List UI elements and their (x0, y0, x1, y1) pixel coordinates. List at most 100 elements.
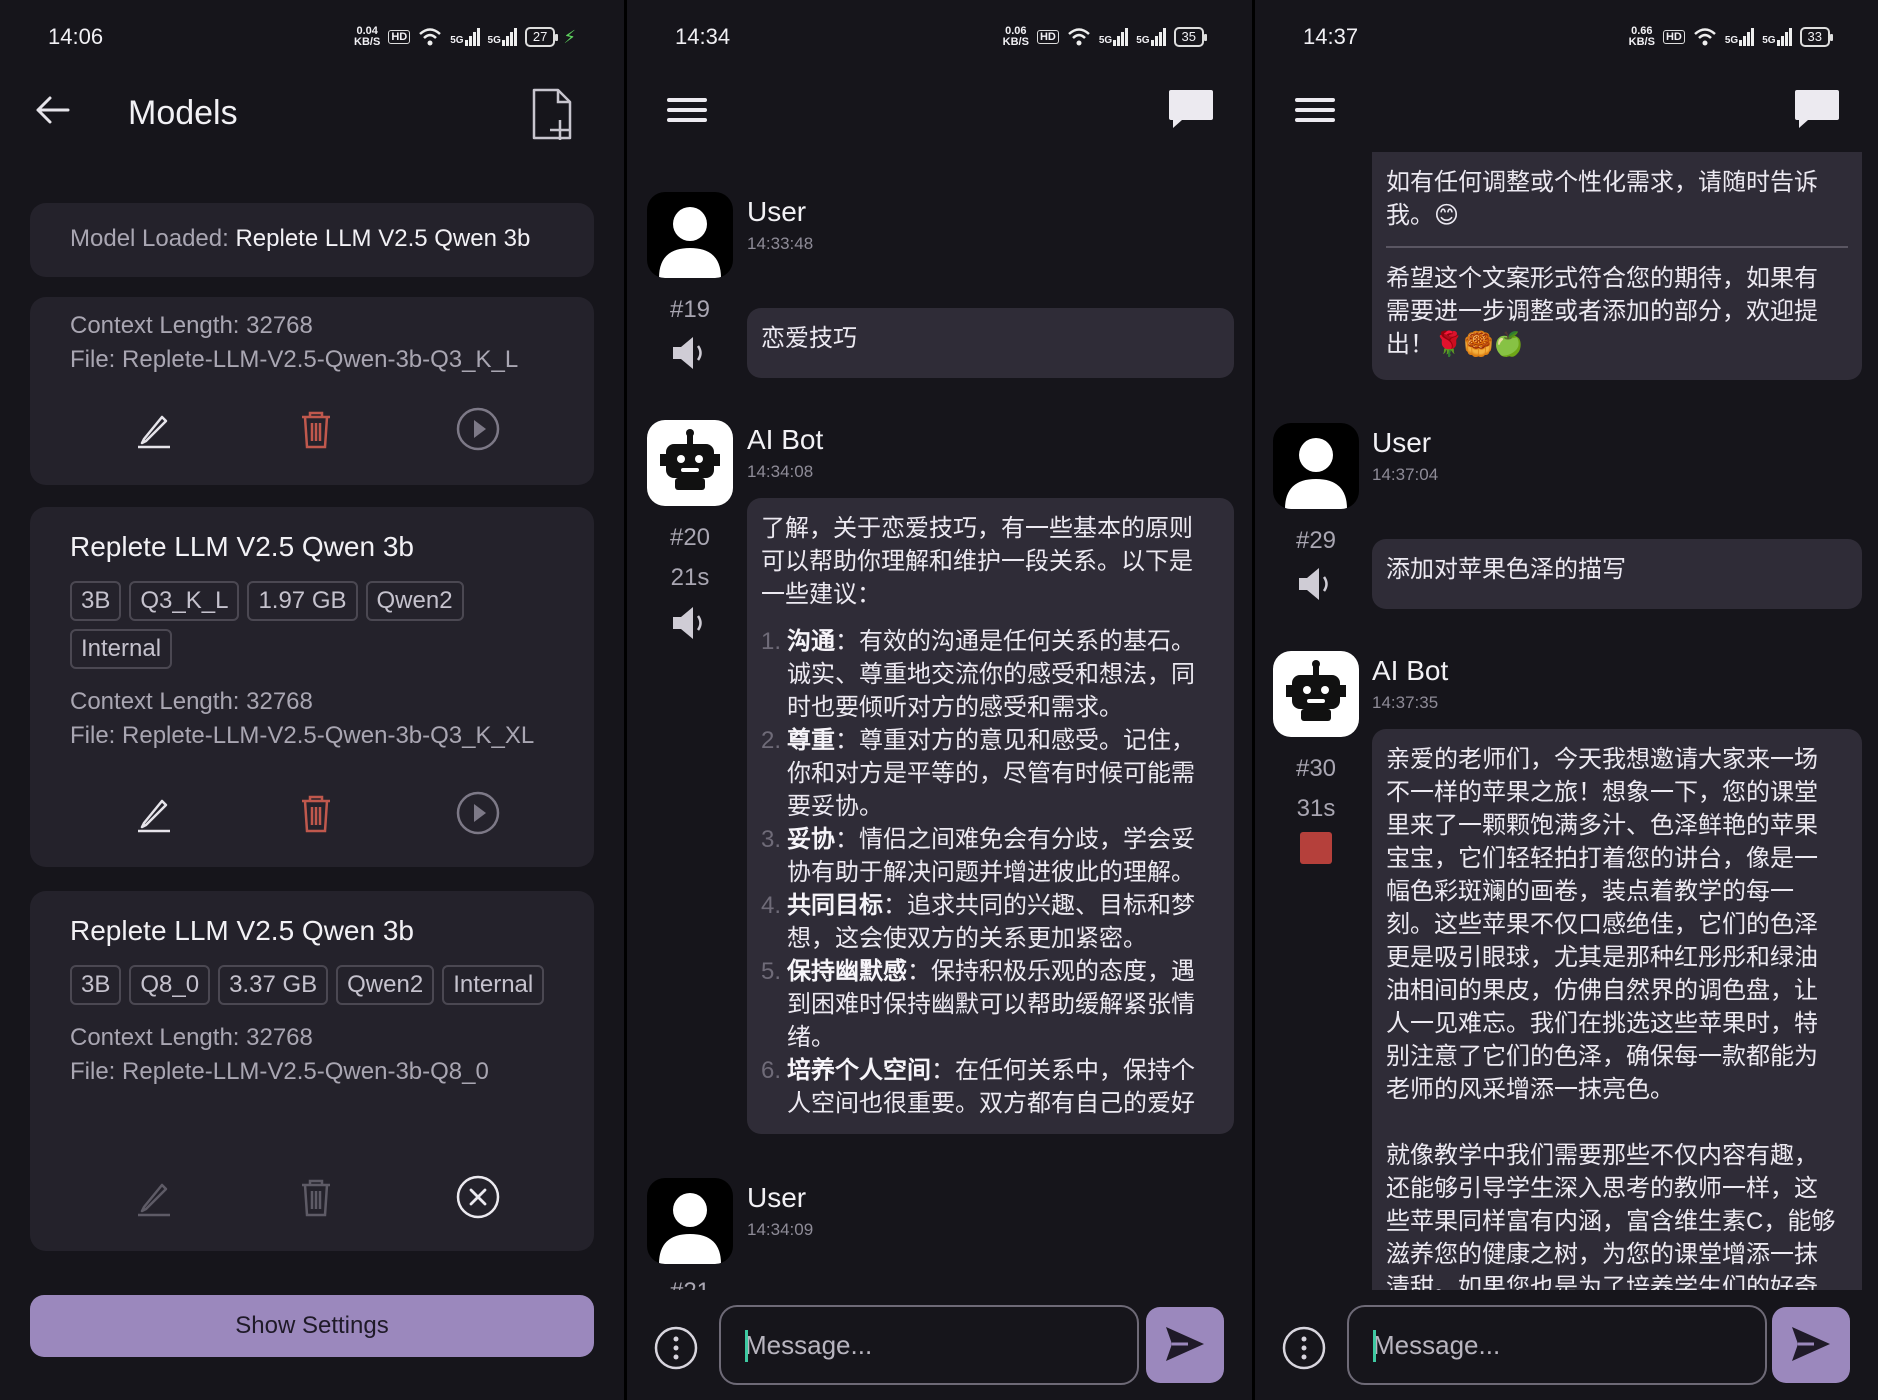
edit-icon[interactable] (130, 789, 178, 837)
model-loaded-label: Model Loaded: (70, 225, 236, 252)
speaker-icon[interactable] (669, 602, 711, 644)
message-time: 14:34:08 (747, 462, 814, 481)
message-text: 可以帮助你理解和维护一段关系。以下是 (761, 548, 1193, 575)
battery-icon: 27 (524, 27, 559, 47)
message-text: 希望这个文案形式符合您的期待，如果有 (1386, 265, 1818, 292)
message-input[interactable] (1347, 1305, 1767, 1385)
tag-chip: 3.37 GB (218, 965, 329, 1005)
message-line: 老师的风采增添一抹亮色。 (1386, 1076, 1674, 1103)
wifi-icon (1068, 28, 1090, 46)
status-time: 14:34 (675, 24, 731, 49)
send-button[interactable] (1772, 1307, 1850, 1383)
wifi-icon (419, 28, 442, 46)
back-arrow-icon[interactable] (32, 90, 72, 130)
delete-icon[interactable] (292, 789, 340, 837)
app-bar (627, 78, 1252, 148)
message-number: #29 (1295, 527, 1337, 554)
message-line: 不一样的苹果之旅！想象一下，您的课堂 (1386, 779, 1818, 806)
message-line: 宝宝，它们轻轻拍打着您的讲台，像是一 (1386, 845, 1818, 872)
models-screen: 14:06 0.04 KB/S HD 5G 5G 27 ⚡ Models Mode… (0, 0, 624, 1400)
message-text: 出！🌹🥮🍏 (1386, 331, 1524, 358)
bot-avatar (1273, 651, 1359, 737)
model-file: File: Replete-LLM-V2.5-Qwen-3b-Q3_K_L (70, 346, 519, 373)
text-caret (1373, 1330, 1376, 1362)
generation-duration: 31s (1296, 795, 1336, 822)
edit-icon[interactable] (130, 405, 178, 453)
model-file: File: Replete-LLM-V2.5-Qwen-3b-Q3_K_XL (70, 722, 535, 749)
play-icon[interactable] (454, 789, 502, 837)
bot-message: 如有任何调整或个性化需求，请随时告诉 我。😊 希望这个文案形式符合您的期待，如果… (1372, 152, 1862, 380)
list-item: 6. 培养个人空间：在任何关系中，保持个 人空间也很重要。双方都有自己的爱好 (761, 1057, 1195, 1117)
message-input[interactable] (719, 1305, 1139, 1385)
message-line: 滋养您的健康之树，为您的课堂增添一抹 (1386, 1241, 1818, 1268)
user-avatar (647, 1178, 733, 1264)
message-text: 需要进一步调整或者添加的部分，欢迎提 (1386, 298, 1818, 325)
delete-icon[interactable] (292, 405, 340, 453)
message-text: 一些建议： (761, 581, 881, 608)
status-bar: 14:34 0.06 KB/S HD 5G 5G 35 (627, 0, 1252, 74)
speaker-icon[interactable] (1295, 563, 1337, 605)
menu-icon[interactable] (1291, 88, 1339, 132)
speaker-icon[interactable] (669, 332, 711, 374)
tag-chip: Q3_K_L (129, 581, 240, 621)
sender-name: AI Bot (747, 424, 824, 455)
sender-name: User (747, 1182, 807, 1213)
tag-chip: Qwen2 (365, 581, 464, 621)
message-number: #19 (669, 296, 711, 323)
stop-icon[interactable] (1300, 832, 1332, 864)
message-line: 就像教学中我们需要那些不仅内容有趣， (1386, 1142, 1818, 1169)
model-card-active: Replete LLM V2.5 Qwen 3b 3B Q8_0 3.37 GB… (30, 891, 594, 1251)
status-icons: 0.04 KB/S HD 5G 5G 27 ⚡ (354, 26, 576, 48)
network-speed: 0.66 KB/S (1628, 25, 1655, 48)
message-text: 了解，关于恋爱技巧，有一些基本的原则 (761, 515, 1193, 542)
chat-bubble-icon[interactable] (1166, 84, 1216, 134)
user-message: 恋爱技巧 (747, 308, 1234, 378)
page-title: Models (128, 94, 238, 132)
list-item: 2. 尊重：尊重对方的意见和感受。记住， 你和对方是平等的，尽管有时候可能需 要妥协。 (761, 727, 1195, 820)
chat-bubble-icon[interactable] (1792, 84, 1842, 134)
tag-chip: 3B (70, 581, 122, 621)
message-number: #20 (669, 524, 711, 551)
message-line: 还能够引导学生深入思考的教师一样，这 (1386, 1175, 1818, 1202)
message-line: 别注意了它们的色泽，确保每一款都能为 (1386, 1043, 1818, 1070)
tag-chip: 1.97 GB (247, 581, 358, 621)
sender-name: User (1372, 427, 1432, 458)
model-file: File: Replete-LLM-V2.5-Qwen-3b-Q8_0 (70, 1058, 489, 1085)
model-card: Replete LLM V2.5 Qwen 3b 3B Q3_K_L 1.97 … (30, 507, 594, 867)
tag-chip: Internal (70, 629, 173, 669)
status-icons: 0.66 KB/S HD 5G 5G 33 (1628, 25, 1834, 48)
unload-icon[interactable] (454, 1173, 502, 1221)
app-bar (1255, 78, 1878, 152)
send-icon (1166, 1326, 1204, 1361)
hd-icon: HD (1036, 30, 1059, 44)
model-name: Replete LLM V2.5 Qwen 3b (70, 915, 414, 946)
play-icon[interactable] (454, 405, 502, 453)
model-card: Context Length: 32768 File: Replete-LLM-… (30, 297, 594, 485)
battery-icon: 35 (1173, 27, 1208, 47)
message-line: 幅色彩斑斓的画卷，装点着教学的每一 (1386, 878, 1794, 905)
model-tags: 3B Q3_K_L 1.97 GB Qwen2 Internal (70, 581, 564, 669)
send-button[interactable] (1146, 1307, 1224, 1383)
context-length: Context Length: 32768 (70, 312, 313, 339)
signal-icon: 5G (1725, 28, 1755, 46)
menu-icon[interactable] (663, 88, 711, 132)
battery-icon: 33 (1799, 27, 1834, 47)
message-time: 14:37:35 (1372, 693, 1439, 712)
more-options-icon[interactable] (1281, 1325, 1327, 1371)
message-line: 更是吸引眼球，尤其是那种红彤彤和绿油 (1386, 944, 1818, 971)
signal-icon-2: 5G (1136, 28, 1166, 46)
message-text: 我。😊 (1386, 202, 1460, 229)
network-speed: 0.04 KB/S (354, 25, 381, 48)
tag-chip: 3B (70, 965, 122, 1005)
more-options-icon[interactable] (653, 1325, 699, 1371)
message-number: #30 (1295, 755, 1337, 782)
show-settings-button[interactable]: Show Settings (30, 1295, 594, 1357)
sender-name: User (747, 196, 807, 227)
user-avatar (647, 192, 733, 278)
status-bar: 14:37 0.66 KB/S HD 5G 5G 33 (1255, 0, 1878, 74)
user-avatar (1273, 423, 1359, 509)
model-loaded-value: Replete LLM V2.5 Qwen 3b (235, 225, 531, 252)
add-file-icon[interactable] (530, 88, 576, 142)
message-time: 14:34:09 (747, 1220, 814, 1239)
message-line: 亲爱的老师们，今天我想邀请大家来一场 (1386, 746, 1818, 773)
